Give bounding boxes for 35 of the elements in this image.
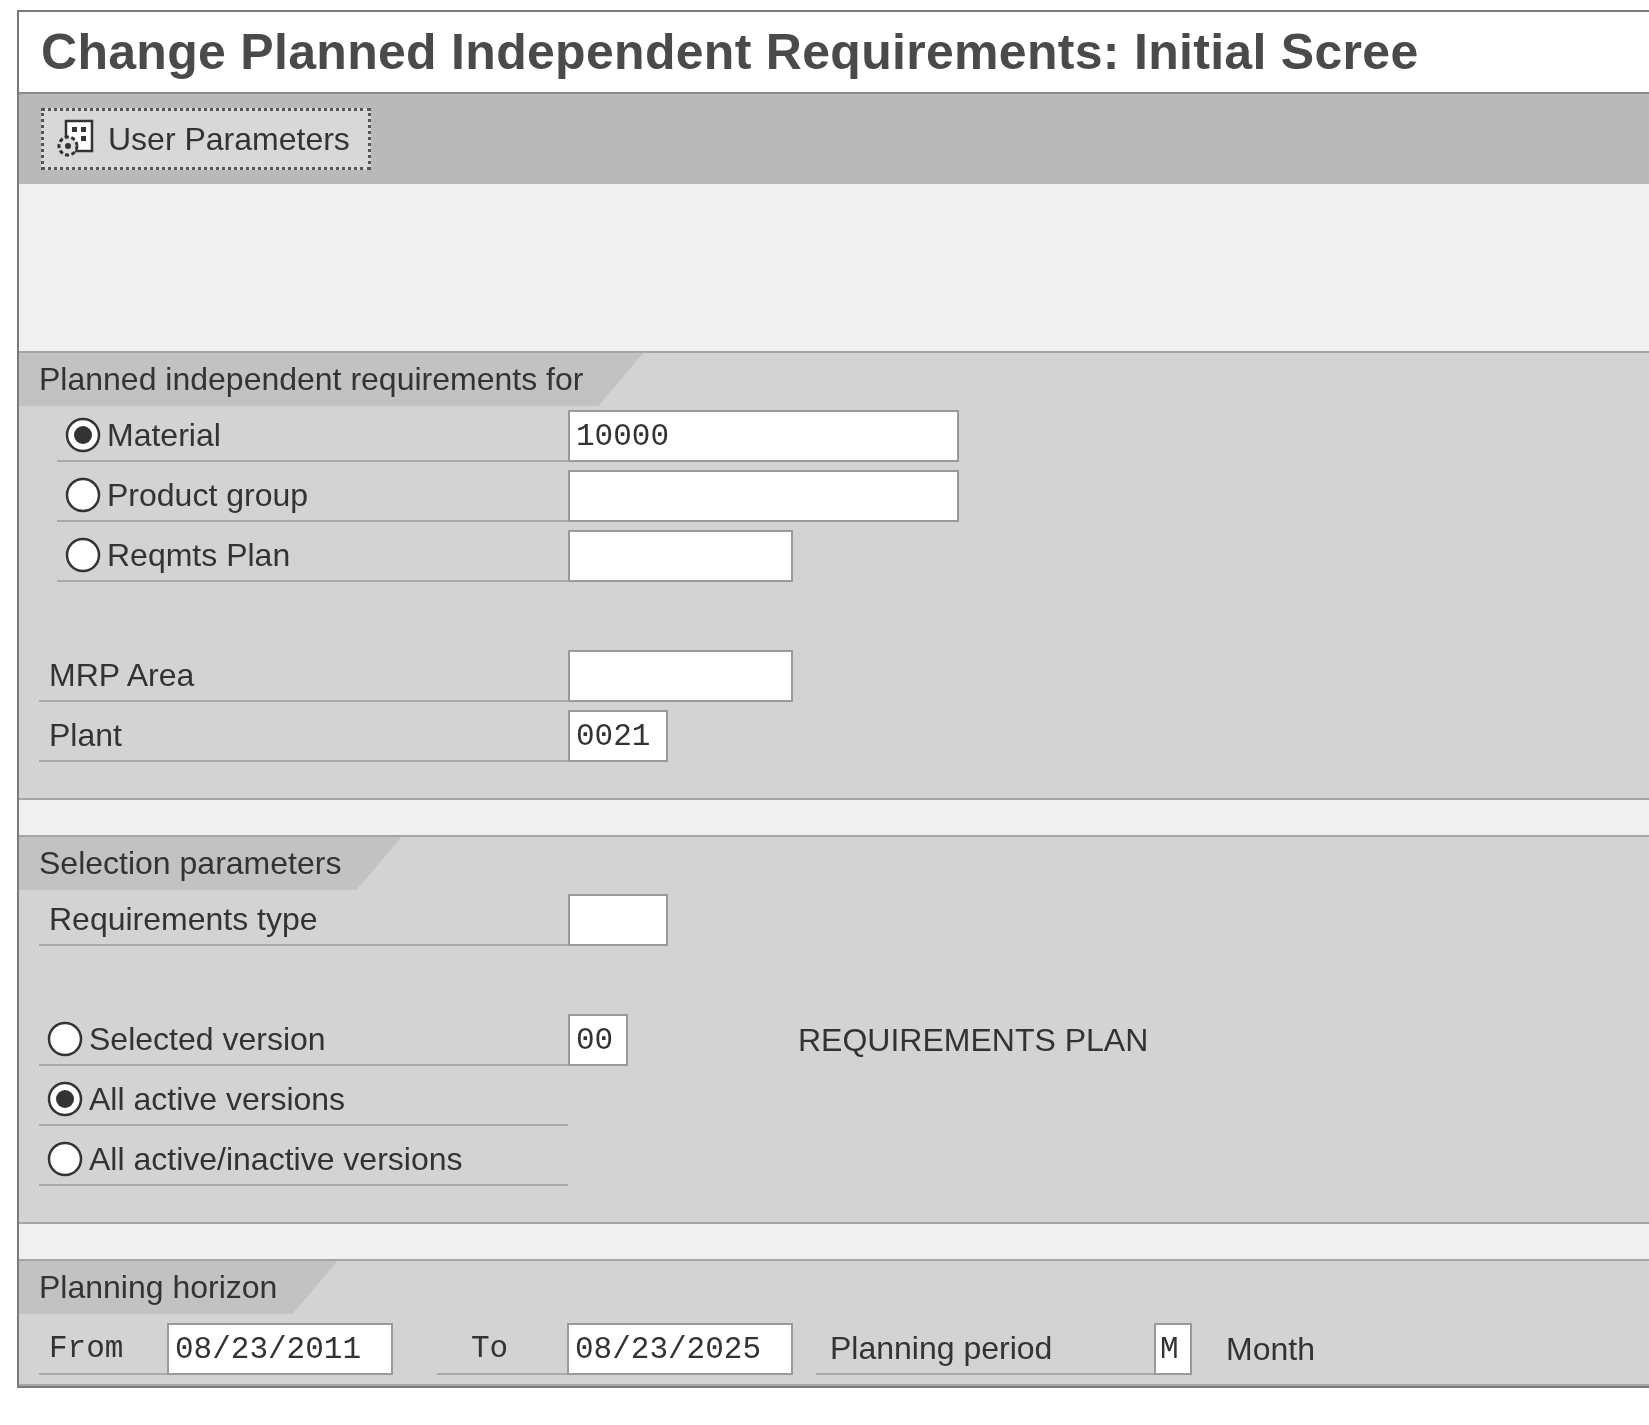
input-field[interactable]	[568, 894, 668, 946]
window-title: Change Planned Independent Requirements: Initial Scree	[41, 23, 1419, 81]
input-field[interactable]: 00	[568, 1014, 628, 1066]
version-description: REQUIREMENTS PLAN	[798, 1021, 1149, 1059]
field-label: From	[49, 1330, 124, 1366]
input-field[interactable]: 0021	[568, 710, 668, 762]
period-description: Month	[1226, 1330, 1315, 1368]
radio-button[interactable]	[47, 1021, 83, 1057]
option-label: Material	[107, 416, 221, 454]
section-title: Selection parameters	[19, 837, 402, 890]
input-field[interactable]: M	[1154, 1323, 1192, 1375]
field-label: MRP Area	[49, 656, 195, 694]
user-parameters-button[interactable]: User Parameters	[41, 108, 371, 170]
input-field[interactable]: 08/23/2011	[167, 1323, 393, 1375]
input-field[interactable]	[568, 470, 959, 522]
field-label: Planning period	[830, 1329, 1053, 1367]
option-label: Selected version	[89, 1020, 326, 1058]
input-field[interactable]	[568, 650, 793, 702]
radio-button[interactable]	[47, 1081, 83, 1117]
field-label: Plant	[49, 716, 122, 754]
input-field[interactable]: 08/23/2025	[567, 1323, 793, 1375]
radio-button[interactable]	[65, 477, 101, 513]
option-label: Product group	[107, 476, 308, 514]
field-label: To	[471, 1330, 509, 1366]
radio-button[interactable]	[65, 537, 101, 573]
option-label: Reqmts Plan	[107, 536, 291, 574]
section-title: Planning horizon	[19, 1261, 338, 1314]
option-label: All active/inactive versions	[89, 1140, 463, 1178]
radio-button[interactable]	[47, 1141, 83, 1177]
option-label: All active versions	[89, 1080, 346, 1118]
field-label: Requirements type	[49, 900, 318, 938]
radio-button[interactable]	[65, 417, 101, 453]
input-field[interactable]	[568, 530, 793, 582]
section-title: Planned independent requirements for	[19, 353, 644, 406]
input-field[interactable]: 10000	[568, 410, 959, 462]
